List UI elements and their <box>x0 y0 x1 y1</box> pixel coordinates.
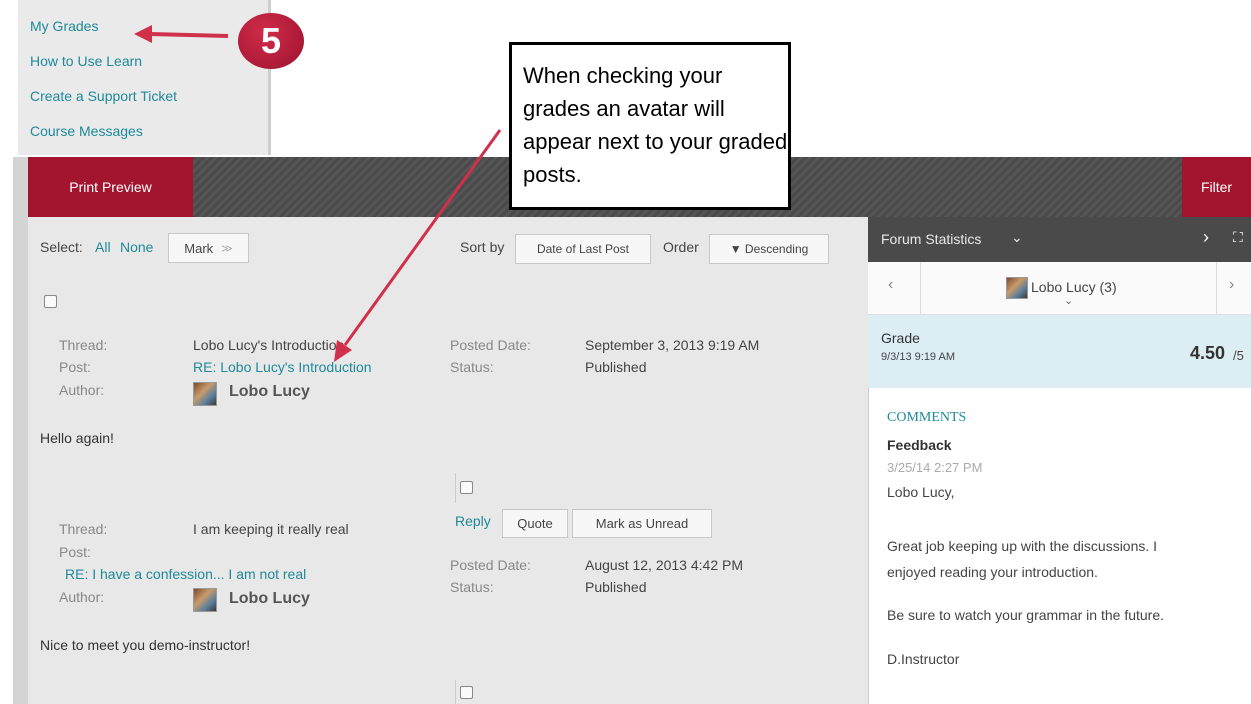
annotation-arrows <box>134 25 502 362</box>
arrow-to-my-grades <box>149 32 229 38</box>
arrowhead-icon <box>134 25 152 43</box>
arrow-to-avatar <box>343 129 502 346</box>
arrowhead-icon <box>334 340 352 362</box>
